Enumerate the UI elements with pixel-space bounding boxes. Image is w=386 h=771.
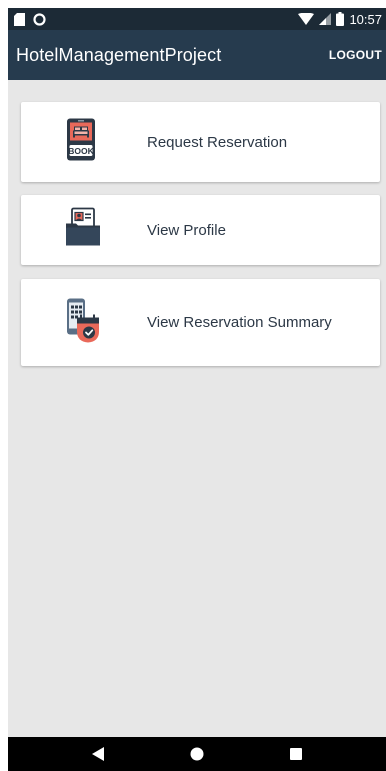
home-icon <box>190 747 204 761</box>
system-nav-bar <box>8 737 386 771</box>
request-reservation-card[interactable]: BOOK Request Reservation <box>21 102 380 182</box>
view-profile-label: View Profile <box>147 221 226 239</box>
request-reservation-label: Request Reservation <box>147 133 288 151</box>
battery-icon <box>336 12 345 26</box>
book-room-icon: BOOK <box>65 118 97 167</box>
back-button[interactable] <box>78 739 118 769</box>
status-right: 10:57 <box>298 12 382 27</box>
wifi-icon <box>298 13 315 25</box>
logout-button[interactable]: LOGOUT <box>329 42 382 68</box>
view-profile-card[interactable]: View Profile <box>21 195 380 265</box>
back-icon <box>91 747 104 761</box>
svg-text:BOOK: BOOK <box>68 146 94 156</box>
reservation-summary-icon <box>65 297 101 348</box>
sd-card-icon <box>14 12 25 26</box>
cell-signal-icon <box>319 13 332 25</box>
recents-icon <box>290 748 303 760</box>
status-left <box>14 12 46 26</box>
recents-button[interactable] <box>276 739 316 769</box>
profile-folder-icon <box>65 207 101 253</box>
status-bar: 10:57 <box>8 8 386 30</box>
phone-screen: 10:57 HotelManagementProject LOGOUT BOOK… <box>8 8 386 771</box>
status-time: 10:57 <box>349 11 382 27</box>
notification-dot-icon <box>33 12 46 26</box>
view-reservation-summary-label: View Reservation Summary <box>147 314 332 331</box>
home-button[interactable] <box>177 739 217 769</box>
view-reservation-summary-card[interactable]: View Reservation Summary <box>21 279 380 366</box>
app-bar: HotelManagementProject LOGOUT <box>8 30 386 80</box>
app-title: HotelManagementProject <box>16 44 222 65</box>
